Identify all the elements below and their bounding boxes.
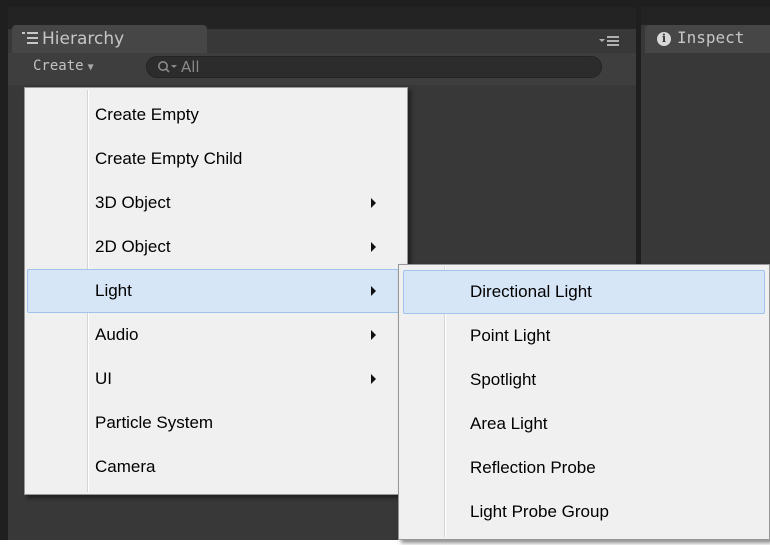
menu-item-label: Spotlight xyxy=(470,370,537,389)
menu-item-point-light[interactable]: Point Light xyxy=(403,314,765,358)
inspector-tab[interactable]: i Inspect xyxy=(645,25,770,53)
menu-item-camera[interactable]: Camera xyxy=(27,445,405,489)
menu-item-audio[interactable]: Audio xyxy=(27,313,405,357)
menu-item-2d-object[interactable]: 2D Object xyxy=(27,225,405,269)
menu-item-label: Particle System xyxy=(95,413,214,432)
inspector-tab-label: Inspect xyxy=(677,28,745,47)
menu-item-create-empty[interactable]: Create Empty xyxy=(27,93,405,137)
submenu-arrow-icon xyxy=(371,286,376,296)
submenu-arrow-icon xyxy=(371,374,376,384)
list-icon xyxy=(22,32,38,44)
search-field[interactable] xyxy=(146,56,602,78)
menu-item-3d-object[interactable]: 3D Object xyxy=(27,181,405,225)
menu-item-reflection-probe[interactable]: Reflection Probe xyxy=(403,446,765,490)
info-icon: i xyxy=(657,32,671,46)
menu-item-label: Audio xyxy=(95,325,139,344)
hierarchy-tab[interactable]: Hierarchy xyxy=(12,25,207,53)
menu-item-area-light[interactable]: Area Light xyxy=(403,402,765,446)
tab-menu-icon[interactable] xyxy=(599,33,619,47)
menu-item-label: Light xyxy=(95,281,132,300)
submenu-arrow-icon xyxy=(371,198,376,208)
menu-item-particle-system[interactable]: Particle System xyxy=(27,401,405,445)
search-icon xyxy=(158,61,177,73)
menu-item-label: Camera xyxy=(95,457,156,476)
create-dropdown-label: Create xyxy=(33,58,84,74)
menu-item-light[interactable]: Light xyxy=(27,269,405,313)
create-menu: Create Empty Create Empty Child 3D Objec… xyxy=(24,87,408,495)
menu-item-label: Directional Light xyxy=(470,282,592,301)
menu-item-label: Light Probe Group xyxy=(470,502,609,521)
menu-item-label: 2D Object xyxy=(95,237,171,256)
light-submenu: Directional Light Point Light Spotlight … xyxy=(398,264,770,540)
menu-item-label: Create Empty xyxy=(95,105,199,124)
create-dropdown[interactable]: Create ▼ xyxy=(33,53,94,79)
inspector-tabbar xyxy=(641,7,770,25)
submenu-arrow-icon xyxy=(371,330,376,340)
menu-item-directional-light[interactable]: Directional Light xyxy=(403,270,765,314)
menu-item-light-probe-group[interactable]: Light Probe Group xyxy=(403,490,765,534)
menu-item-ui[interactable]: UI xyxy=(27,357,405,401)
menu-item-label: Point Light xyxy=(470,326,551,345)
search-input[interactable] xyxy=(181,57,581,77)
menu-item-label: 3D Object xyxy=(95,193,171,212)
menu-item-spotlight[interactable]: Spotlight xyxy=(403,358,765,402)
menu-item-label: UI xyxy=(95,369,112,388)
hierarchy-toolbar: Create ▼ xyxy=(8,53,636,85)
menu-item-label: Create Empty Child xyxy=(95,149,243,168)
menu-item-label: Reflection Probe xyxy=(470,458,596,477)
hierarchy-tab-label: Hierarchy xyxy=(42,29,125,49)
chevron-down-icon: ▼ xyxy=(87,62,94,73)
menu-item-create-empty-child[interactable]: Create Empty Child xyxy=(27,137,405,181)
menu-item-label: Area Light xyxy=(470,414,548,433)
submenu-arrow-icon xyxy=(371,242,376,252)
